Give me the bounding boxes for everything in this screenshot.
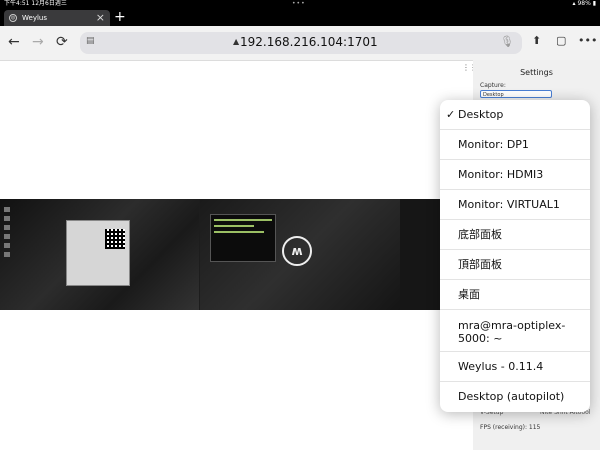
stream-window-weylus (66, 220, 130, 286)
lock-icon: ▲ (233, 37, 240, 46)
capture-option[interactable]: Weylus - 0.11.4 (440, 352, 590, 382)
mic-icon[interactable]: 🎙 (500, 35, 514, 48)
capture-option[interactable]: Monitor: VIRTUAL1 (440, 190, 590, 220)
multitask-dots-icon[interactable]: ••• (292, 0, 306, 8)
capture-option[interactable]: Desktop (autopilot) (440, 382, 590, 412)
desktop-stream[interactable]: ʍ (0, 199, 472, 310)
more-icon[interactable]: ••• (578, 34, 597, 47)
capture-option[interactable]: Monitor: HDMI3 (440, 160, 590, 190)
back-arrow-icon[interactable]: ← (8, 33, 20, 51)
settings-title: Settings (520, 68, 553, 77)
stream-terminal-window (210, 214, 276, 262)
address-bar[interactable]: ▤ ▲ 192.168.216.104:1701 🎙 (80, 32, 522, 54)
globe-icon: ◍ (9, 14, 17, 22)
stream-screen-left (0, 199, 199, 310)
url-text[interactable]: 192.168.216.104:1701 (240, 35, 378, 49)
capture-select[interactable]: Desktop (480, 90, 552, 98)
tabs-icon[interactable]: ▢ (556, 34, 566, 47)
reader-icon[interactable]: ▤ (86, 36, 95, 46)
new-tab-button[interactable]: + (114, 8, 126, 26)
capture-dropdown[interactable]: ✓ Desktop Monitor: DP1 Monitor: HDMI3 Mon… (440, 100, 590, 412)
reload-icon[interactable]: ⟳ (56, 33, 68, 51)
status-bar: 下午4:51 12月6日週三 ••• ▴ 98% ▮ (0, 0, 600, 8)
status-time: 下午4:51 12月6日週三 (4, 0, 67, 7)
capture-option[interactable]: mra@mra-optiplex-5000: ~ (440, 310, 590, 352)
capture-option[interactable]: 桌面 (440, 280, 590, 310)
capture-option[interactable]: 底部面板 (440, 220, 590, 250)
browser-toolbar: ← → ⟳ ▤ ▲ 192.168.216.104:1701 🎙 ⬆ ▢ ••• (0, 26, 600, 61)
capture-option[interactable]: 頂部面板 (440, 250, 590, 280)
desktop-icons (4, 207, 12, 261)
close-tab-icon[interactable]: × (96, 11, 105, 24)
tab-weylus[interactable]: ◍ Weylus × (4, 10, 110, 26)
checkmark-icon: ✓ (446, 108, 456, 121)
qr-code-icon (105, 229, 125, 249)
tab-title: Weylus (22, 14, 47, 22)
battery-indicator: ▴ 98% ▮ (572, 0, 596, 7)
mint-logo-icon: ʍ (282, 236, 312, 266)
tab-bar: ◍ Weylus × (0, 8, 600, 26)
capture-label: Capture: (480, 82, 506, 89)
capture-option[interactable]: ✓ Desktop (440, 100, 590, 130)
fps-label: FPS (receiving): 115 (480, 424, 541, 431)
battery-percent: 98% (577, 0, 591, 7)
capture-option[interactable]: Monitor: DP1 (440, 130, 590, 160)
share-icon[interactable]: ⬆ (532, 34, 541, 47)
forward-arrow-icon[interactable]: → (32, 33, 44, 51)
